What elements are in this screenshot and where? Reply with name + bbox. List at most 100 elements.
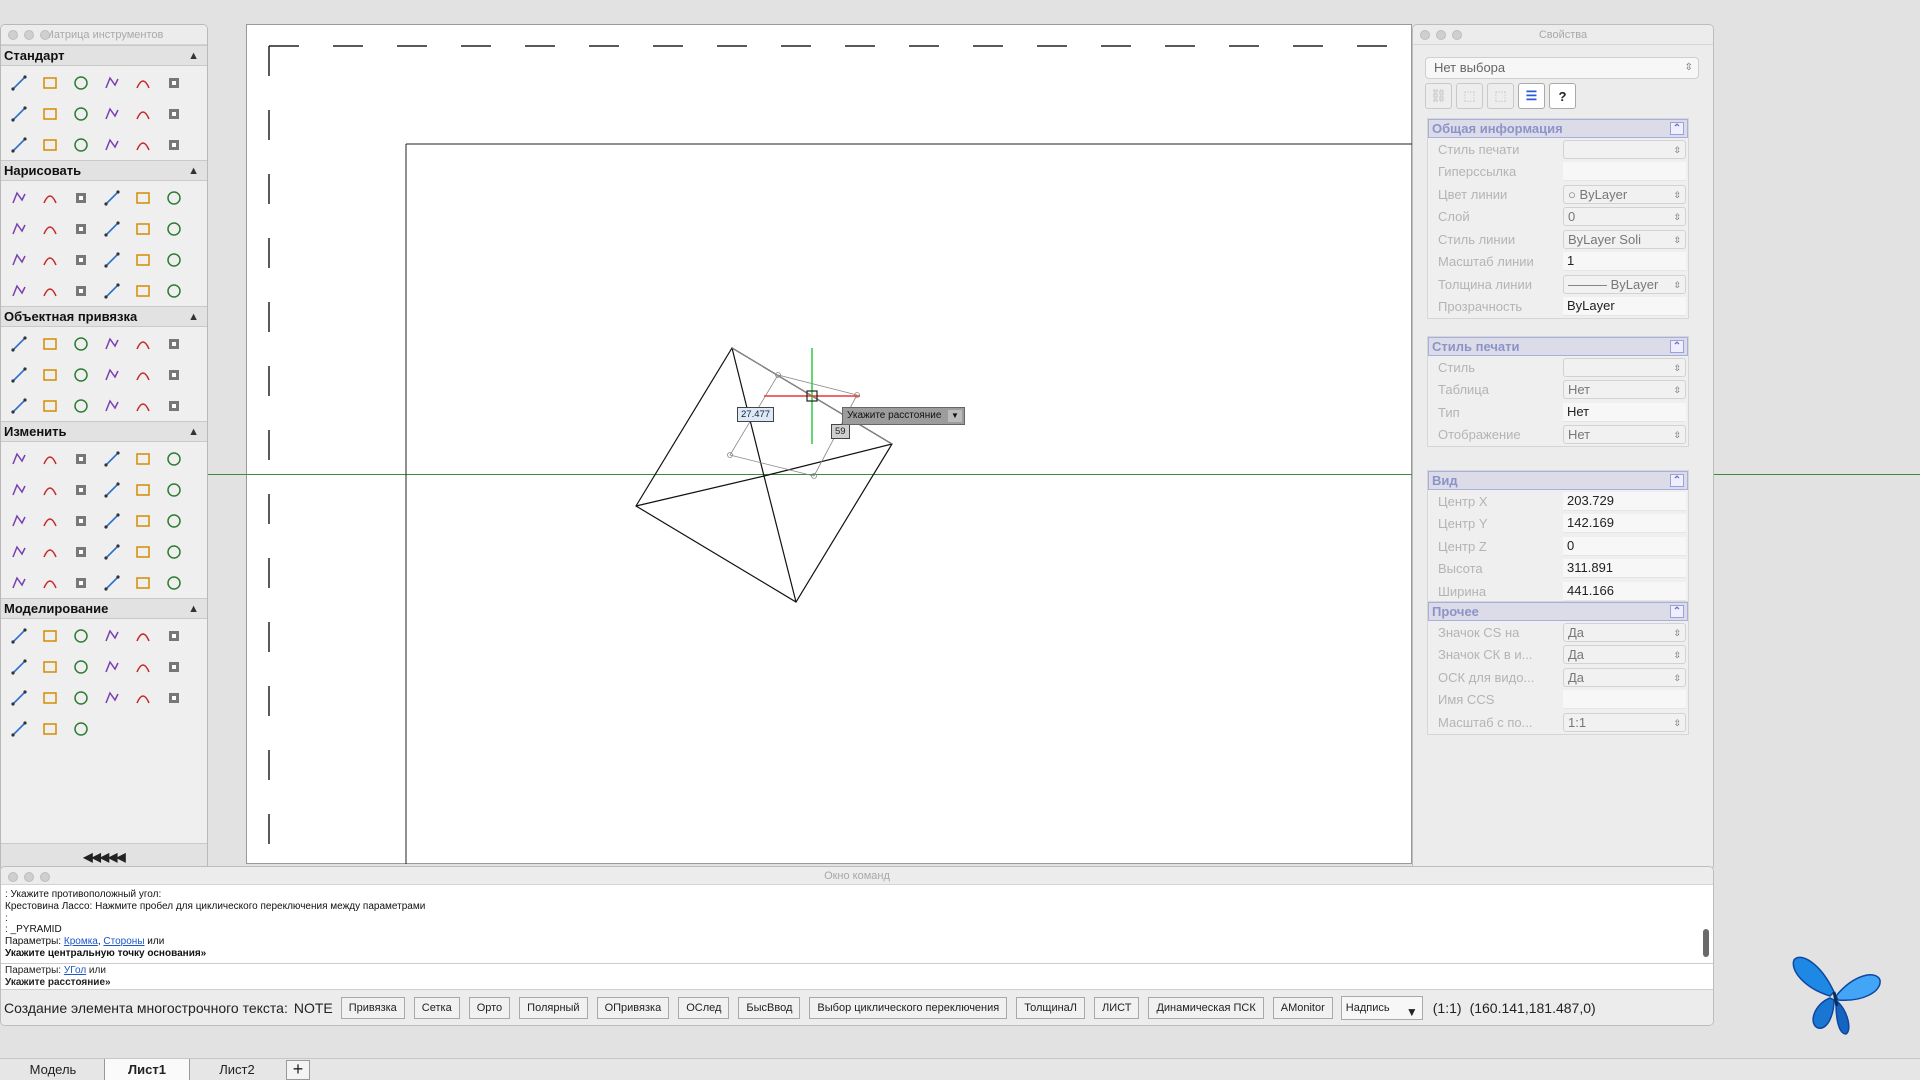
boundary-icon[interactable] <box>34 275 65 306</box>
minimize-button[interactable] <box>24 30 34 40</box>
status-toggle-button[interactable]: AMonitor <box>1272 996 1333 1019</box>
chevron-up-icon[interactable]: ⌃ <box>1670 340 1684 353</box>
snap-perpendicular-icon[interactable] <box>158 328 189 359</box>
command-input[interactable]: Параметры: УГол или Укажите расстояние» <box>1 963 1713 988</box>
join-icon[interactable] <box>96 505 127 536</box>
property-field[interactable]: 142.169 <box>1563 514 1686 534</box>
property-section-header[interactable]: Прочее ⌃ <box>1428 602 1688 621</box>
pyramid-icon[interactable] <box>96 620 127 651</box>
collapse-triangle-icon[interactable]: ▲ <box>188 599 199 619</box>
param-sides-link[interactable]: Стороны <box>103 936 144 947</box>
move-icon[interactable] <box>65 443 96 474</box>
property-field[interactable]: 203.729 <box>1563 491 1686 511</box>
block-edit-icon[interactable] <box>34 567 65 598</box>
properties-filter-button[interactable]: ☰ <box>1518 83 1545 109</box>
edit-spline-icon[interactable] <box>127 536 158 567</box>
palette-section-header[interactable]: Нарисовать ▲ <box>1 160 207 181</box>
tab-list2[interactable]: Лист2 <box>196 1059 278 1080</box>
points-icon[interactable] <box>96 213 127 244</box>
property-dropdown[interactable]: ByLayer Soli ⇳ <box>1563 229 1686 249</box>
property-field[interactable]: ByLayer <box>1563 297 1686 317</box>
presspull-icon[interactable] <box>3 682 34 713</box>
mirror-icon[interactable] <box>127 443 158 474</box>
zoom-window-icon[interactable] <box>65 129 96 160</box>
sweep-icon[interactable] <box>127 651 158 682</box>
line-icon[interactable] <box>3 182 34 213</box>
close-button[interactable] <box>1420 30 1430 40</box>
snap-none-icon[interactable] <box>65 390 96 421</box>
rotate-icon[interactable] <box>65 474 96 505</box>
freehand-icon[interactable] <box>127 213 158 244</box>
status-toggle-button[interactable]: ОСлед <box>678 996 730 1019</box>
property-field[interactable]: 311.891 <box>1563 559 1686 579</box>
property-field[interactable] <box>1563 690 1686 710</box>
palette-section-header[interactable]: Объектная привязка ▲ <box>1 306 207 327</box>
property-dropdown[interactable]: Да ⇳ <box>1563 645 1686 665</box>
flatshot-icon[interactable] <box>34 713 65 744</box>
palette-section-header[interactable]: Моделирование ▲ <box>1 598 207 619</box>
collapse-triangle-icon[interactable]: ▲ <box>188 46 199 66</box>
property-field[interactable]: 1 <box>1563 252 1686 272</box>
tool-palette-titlebar[interactable]: Матрица инструментов <box>1 25 207 45</box>
array-icon[interactable] <box>34 474 65 505</box>
print-preview-icon[interactable] <box>158 67 189 98</box>
status-toggle-button[interactable]: Выбор циклического переключения <box>809 996 1008 1019</box>
open-folder-icon[interactable] <box>34 67 65 98</box>
save-icon[interactable] <box>65 67 96 98</box>
add-tab-button[interactable]: + <box>286 1060 310 1080</box>
status-toggle-button[interactable]: Динамическая ПСК <box>1148 996 1264 1019</box>
ungroup-icon[interactable] <box>158 567 189 598</box>
property-dropdown[interactable]: 1:1 ⇳ <box>1563 712 1686 732</box>
property-dropdown[interactable]: Нет ⇳ <box>1563 380 1686 400</box>
trim-icon[interactable] <box>127 474 158 505</box>
divide-icon[interactable] <box>34 536 65 567</box>
collapse-triangle-icon[interactable]: ▲ <box>188 161 199 181</box>
edit-polyline-icon[interactable] <box>96 536 127 567</box>
xline-icon[interactable] <box>34 244 65 275</box>
ray-icon[interactable] <box>3 244 34 275</box>
revcloud-icon[interactable] <box>127 275 158 306</box>
close-button[interactable] <box>8 872 18 882</box>
torus-icon[interactable] <box>158 620 189 651</box>
toggle-pickadd-button[interactable]: ⛓ <box>1425 83 1452 109</box>
publish-icon[interactable] <box>3 98 34 129</box>
annotation-select[interactable]: Надпись ▼ <box>1340 995 1423 1020</box>
sphere-icon[interactable] <box>127 620 158 651</box>
subtract-icon[interactable] <box>96 682 127 713</box>
edit-hatch-icon[interactable] <box>158 536 189 567</box>
print-icon[interactable] <box>96 67 127 98</box>
status-toggle-button[interactable]: Привязка <box>340 996 405 1019</box>
snap-nearest-icon[interactable] <box>127 359 158 390</box>
collapse-triangle-icon[interactable]: ▲ <box>188 422 199 442</box>
chevron-up-icon[interactable]: ⌃ <box>1670 605 1684 618</box>
zoom-realtime-icon[interactable] <box>96 129 127 160</box>
help-button[interactable]: ? <box>1549 83 1576 109</box>
snap-extension-icon[interactable] <box>127 328 158 359</box>
property-field[interactable]: 0 <box>1563 536 1686 556</box>
zoom-button[interactable] <box>40 872 50 882</box>
cylinder-icon[interactable] <box>65 620 96 651</box>
wipeout-icon[interactable] <box>65 275 96 306</box>
chamfer-icon[interactable] <box>65 505 96 536</box>
collapse-triangle-icon[interactable]: ▲ <box>188 307 199 327</box>
spline-icon[interactable] <box>158 182 189 213</box>
ellipse-icon[interactable] <box>96 275 127 306</box>
snap-temp-track-icon[interactable] <box>96 390 127 421</box>
chevron-up-icon[interactable]: ⌃ <box>1670 122 1684 135</box>
redo-icon[interactable] <box>3 129 34 160</box>
align-icon[interactable] <box>3 536 34 567</box>
fillet-icon[interactable] <box>3 474 34 505</box>
pan-icon[interactable] <box>34 129 65 160</box>
table-icon[interactable] <box>3 275 34 306</box>
quick-select-button[interactable]: ⬚ <box>1487 83 1514 109</box>
sketch-icon[interactable] <box>158 213 189 244</box>
param-edge-link[interactable]: Кромка <box>64 936 98 947</box>
planar-surface-icon[interactable] <box>34 651 65 682</box>
box-icon[interactable] <box>3 620 34 651</box>
snap-insert-icon[interactable] <box>158 359 189 390</box>
snap-intersection-icon[interactable] <box>65 328 96 359</box>
property-field[interactable]: 441.166 <box>1563 581 1686 601</box>
measure-icon[interactable] <box>65 536 96 567</box>
property-section-header[interactable]: Общая информация ⌃ <box>1428 119 1688 138</box>
property-dropdown[interactable]: Да ⇳ <box>1563 622 1686 642</box>
